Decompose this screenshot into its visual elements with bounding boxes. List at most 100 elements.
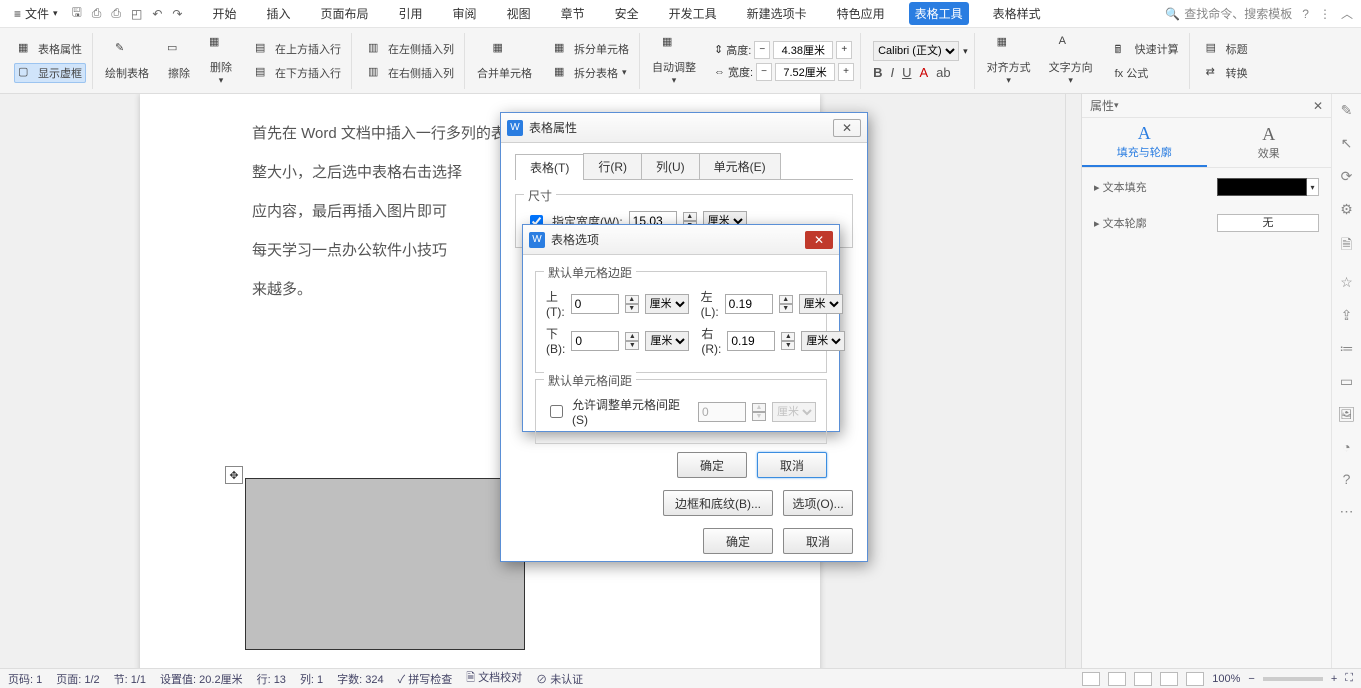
tab-table[interactable]: 表格(T): [515, 154, 584, 180]
right-down[interactable]: ▼: [781, 341, 795, 350]
refresh-icon[interactable]: ⟳: [1341, 168, 1353, 185]
share-icon[interactable]: ⇪: [1341, 307, 1353, 324]
more-icon[interactable]: ⋮: [1319, 7, 1331, 21]
autofit-button[interactable]: ▦自动调整▾: [646, 35, 702, 86]
top-down[interactable]: ▼: [625, 304, 639, 313]
zoom-in[interactable]: +: [1331, 673, 1337, 685]
table-properties-button[interactable]: ▦表格属性: [14, 39, 86, 59]
zoom-value[interactable]: 100%: [1212, 673, 1240, 685]
tab-11[interactable]: 表格工具: [909, 2, 969, 25]
align-button[interactable]: ▦对齐方式▾: [981, 35, 1037, 86]
tab-5[interactable]: 视图: [501, 2, 537, 25]
formula-button[interactable]: fx 公式: [1111, 63, 1183, 83]
view-mode-2[interactable]: [1108, 672, 1126, 686]
props-ok-button[interactable]: 确定: [703, 528, 773, 554]
fast-calc-button[interactable]: 🖩快速计算: [1111, 39, 1183, 59]
zoom-slider[interactable]: [1263, 677, 1323, 681]
insert-col-left-button[interactable]: ▥在左侧插入列: [364, 39, 458, 59]
more-icon[interactable]: ⋯: [1340, 503, 1354, 520]
table-move-handle[interactable]: ✥: [225, 466, 243, 484]
tab-0[interactable]: 开始: [206, 2, 242, 25]
status-chars[interactable]: 字数: 324: [337, 671, 383, 687]
settings-icon[interactable]: ⚙: [1340, 201, 1353, 218]
top-up[interactable]: ▲: [625, 295, 639, 304]
tab-fill-outline[interactable]: A填充与轮廓: [1082, 118, 1207, 167]
search-box[interactable]: 🔍 查找命令、搜索模板: [1165, 5, 1292, 22]
bottom-input[interactable]: [571, 331, 619, 351]
width-plus[interactable]: +: [838, 63, 854, 81]
border-shading-button[interactable]: 边框和底纹(B)...: [663, 490, 773, 516]
fullscreen-icon[interactable]: ⛶: [1345, 672, 1353, 685]
help-icon[interactable]: ?: [1343, 471, 1351, 487]
draw-table-button[interactable]: ✎绘制表格: [99, 41, 155, 81]
text-fill-color[interactable]: [1217, 178, 1307, 196]
right-unit[interactable]: 厘米: [801, 331, 845, 351]
view-mode-3[interactable]: [1134, 672, 1152, 686]
erase-button[interactable]: ▭擦除: [161, 41, 197, 81]
status-unauth[interactable]: ⊘ 未认证: [536, 671, 583, 687]
doc-icon[interactable]: 🗎: [1341, 234, 1352, 258]
edit-icon[interactable]: ✎: [1341, 102, 1353, 119]
close-button[interactable]: ✕: [805, 231, 833, 249]
font-color-button[interactable]: A: [919, 65, 928, 80]
insert-col-right-button[interactable]: ▥在右侧插入列: [364, 63, 458, 83]
width-minus[interactable]: −: [756, 63, 772, 81]
top-input[interactable]: [571, 294, 619, 314]
tab-8[interactable]: 开发工具: [663, 2, 723, 25]
title-row-button[interactable]: ▤标题: [1202, 39, 1252, 59]
select-icon[interactable]: ↖: [1341, 135, 1353, 152]
highlight-button[interactable]: ab: [936, 65, 950, 80]
help-icon[interactable]: ?: [1302, 7, 1309, 21]
allow-spacing-checkbox[interactable]: [550, 405, 563, 418]
tab-2[interactable]: 页面布局: [315, 2, 375, 25]
clock-icon[interactable]: ◔: [1342, 439, 1350, 455]
star-icon[interactable]: ☆: [1340, 274, 1353, 291]
redo-icon[interactable]: ↷: [172, 7, 182, 21]
tab-10[interactable]: 特色应用: [831, 2, 891, 25]
width-input[interactable]: [775, 63, 835, 81]
tab-12[interactable]: 表格样式: [987, 2, 1047, 25]
save-icon[interactable]: 🖫: [72, 3, 82, 24]
view-mode-4[interactable]: [1160, 672, 1178, 686]
bold-button[interactable]: B: [873, 65, 882, 80]
bottom-unit[interactable]: 厘米: [645, 331, 689, 351]
image-icon[interactable]: 🖼: [1338, 406, 1356, 423]
tab-column[interactable]: 列(U): [641, 153, 700, 179]
text-direction-button[interactable]: A文字方向▾: [1043, 35, 1099, 86]
status-page-of[interactable]: 页面: 1/2: [56, 671, 99, 687]
opts-ok-button[interactable]: 确定: [677, 452, 747, 478]
left-unit[interactable]: 厘米: [799, 294, 843, 314]
status-doc-check[interactable]: 🗎 文档校对: [466, 669, 522, 688]
selected-table-cell[interactable]: [245, 478, 525, 650]
print-icon[interactable]: ⎙: [111, 6, 121, 21]
status-spell[interactable]: ✓ 拼写检查: [398, 671, 453, 687]
tab-effect[interactable]: A效果: [1207, 118, 1332, 167]
height-minus[interactable]: −: [754, 41, 770, 59]
bottom-up[interactable]: ▲: [625, 332, 639, 341]
view-mode-5[interactable]: [1186, 672, 1204, 686]
split-table-button[interactable]: ▦拆分表格▾: [550, 63, 633, 83]
tab-7[interactable]: 安全: [609, 2, 645, 25]
options-button[interactable]: 选项(O)...: [783, 490, 853, 516]
close-panel-icon[interactable]: ✕: [1313, 99, 1323, 113]
zoom-out[interactable]: −: [1248, 673, 1254, 685]
height-input[interactable]: [773, 41, 833, 59]
left-up[interactable]: ▲: [779, 295, 793, 304]
tab-3[interactable]: 引用: [393, 2, 429, 25]
fill-dropdown[interactable]: ▾: [1307, 178, 1319, 196]
underline-button[interactable]: U: [902, 65, 911, 80]
collapse-ribbon-icon[interactable]: ︿: [1341, 5, 1353, 22]
italic-button[interactable]: I: [890, 65, 894, 80]
top-unit[interactable]: 厘米: [645, 294, 689, 314]
undo-icon[interactable]: ↶: [152, 7, 162, 21]
delete-button[interactable]: ▦删除▾: [203, 35, 239, 86]
document-canvas[interactable]: 首先在 Word 文档中插入一行多列的表格，并根据图片大小的需要调 整大小，之后…: [0, 94, 1081, 668]
tab-4[interactable]: 审阅: [447, 2, 483, 25]
props-cancel-button[interactable]: 取消: [783, 528, 853, 554]
bottom-down[interactable]: ▼: [625, 341, 639, 350]
tab-1[interactable]: 插入: [261, 2, 297, 25]
convert-button[interactable]: ⇄转换: [1202, 63, 1252, 83]
tab-9[interactable]: 新建选项卡: [741, 2, 813, 25]
right-up[interactable]: ▲: [781, 332, 795, 341]
file-menu[interactable]: ≡ 文件 ▾: [8, 3, 64, 24]
